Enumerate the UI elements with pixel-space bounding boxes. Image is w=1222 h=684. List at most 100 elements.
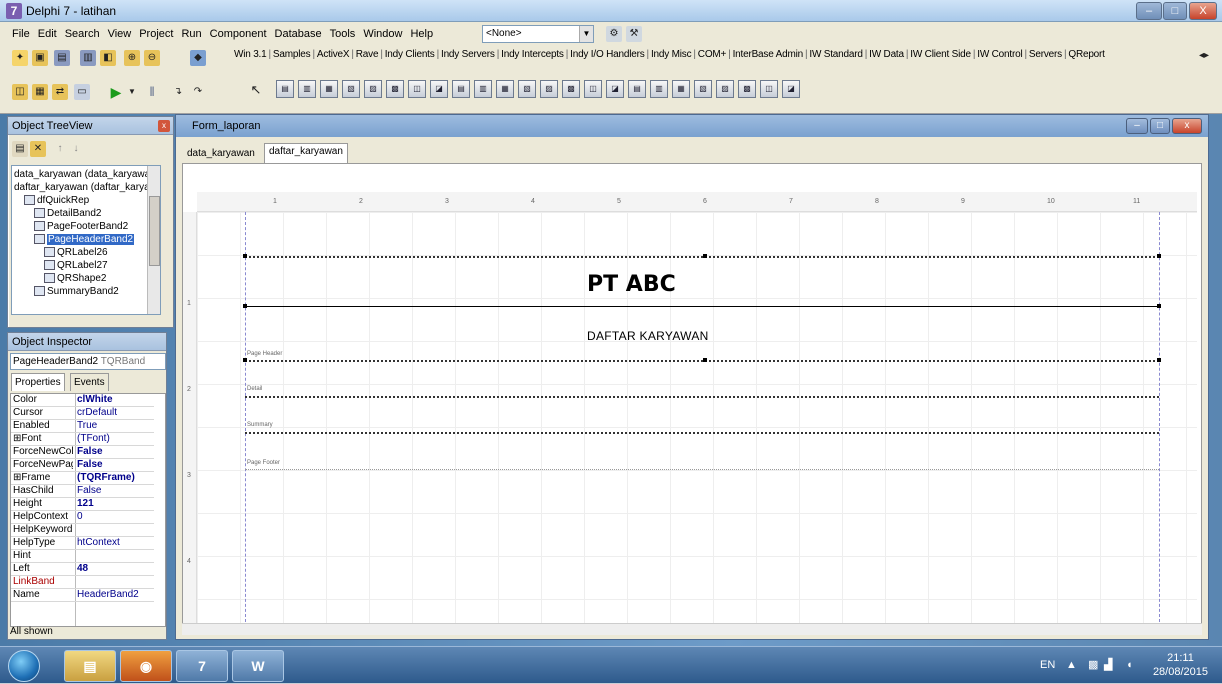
summary-band-bottom[interactable] bbox=[245, 432, 1159, 434]
new-item-icon[interactable]: ▤ bbox=[12, 141, 28, 157]
qreport-component-icon[interactable]: ▤ bbox=[628, 80, 646, 98]
property-value[interactable]: crDefault bbox=[77, 407, 153, 419]
palette-tab-activex[interactable]: ActiveX bbox=[315, 49, 352, 60]
tab-daftar-karyawan[interactable]: daftar_karyawan bbox=[264, 143, 348, 163]
palette-scroll-arrows-icon[interactable]: ◂▸ bbox=[1196, 48, 1212, 64]
menu-item-project[interactable]: Project bbox=[135, 26, 177, 42]
view-form-icon[interactable]: ▦ bbox=[32, 84, 48, 100]
palette-tab-samples[interactable]: Samples bbox=[271, 49, 313, 60]
qreport-component-icon[interactable]: ◪ bbox=[606, 80, 624, 98]
tab-properties[interactable]: Properties bbox=[11, 373, 65, 391]
tree-item[interactable]: QRShape2 bbox=[44, 272, 106, 285]
qreport-component-icon[interactable]: ▤ bbox=[452, 80, 470, 98]
property-value[interactable]: (TQRFrame) bbox=[77, 472, 153, 484]
palette-tab-interbase-admin[interactable]: InterBase Admin bbox=[731, 49, 805, 60]
property-row[interactable]: Name HeaderBand2 bbox=[11, 589, 154, 602]
qreport-component-icon[interactable]: ◫ bbox=[760, 80, 778, 98]
minimize-button[interactable]: – bbox=[1136, 2, 1162, 20]
tree-item[interactable]: daftar_karyawan (daftar_karya bbox=[14, 181, 150, 194]
close-button[interactable]: X bbox=[1189, 2, 1217, 20]
property-row[interactable]: HasChild False bbox=[11, 485, 154, 498]
save-all-icon[interactable]: ▥ bbox=[80, 50, 96, 66]
save-desktop-icon[interactable]: ⚙ bbox=[606, 26, 622, 42]
property-value[interactable]: False bbox=[77, 446, 153, 458]
menu-item-run[interactable]: Run bbox=[177, 26, 205, 42]
qreport-component-icon[interactable]: ▨ bbox=[716, 80, 734, 98]
selection-handle[interactable] bbox=[243, 254, 247, 258]
signal-icon[interactable]: ▟ bbox=[1104, 647, 1112, 684]
property-value[interactable]: 121 bbox=[77, 498, 153, 510]
word-taskbar-icon[interactable]: W bbox=[232, 650, 284, 682]
property-value[interactable]: htContext bbox=[77, 537, 153, 549]
qreport-component-icon[interactable]: ▥ bbox=[650, 80, 668, 98]
close-icon[interactable]: x bbox=[158, 120, 170, 132]
help-icon[interactable]: ◆ bbox=[190, 50, 206, 66]
form-horizontal-scrollbar[interactable] bbox=[182, 623, 1202, 635]
show-hidden-icons-icon[interactable]: ▲ bbox=[1066, 647, 1077, 684]
qreport-component-icon[interactable]: ▧ bbox=[694, 80, 712, 98]
qreport-component-icon[interactable]: ▧ bbox=[518, 80, 536, 98]
menu-item-file[interactable]: File bbox=[8, 26, 34, 42]
pause-icon[interactable]: ‖ bbox=[144, 84, 160, 100]
qreport-component-icon[interactable]: ▩ bbox=[386, 80, 404, 98]
tab-data-karyawan[interactable]: data_karyawan bbox=[182, 145, 260, 163]
menu-item-component[interactable]: Component bbox=[206, 26, 271, 42]
maximize-button[interactable]: □ bbox=[1163, 2, 1187, 20]
pointer-arrow-icon[interactable]: ↖ bbox=[248, 82, 264, 98]
view-unit-icon[interactable]: ◫ bbox=[12, 84, 28, 100]
page-header-band-top[interactable] bbox=[245, 256, 1159, 258]
selected-component-combo[interactable]: PageHeaderBand2 TQRBand bbox=[10, 353, 166, 370]
qreport-component-icon[interactable]: ▩ bbox=[738, 80, 756, 98]
property-row[interactable]: ⊞Font (TFont) bbox=[11, 433, 154, 446]
property-row[interactable]: ForceNewPage False bbox=[11, 459, 154, 472]
system-clock[interactable]: 21:11 28/08/2015 bbox=[1153, 651, 1208, 679]
qreport-component-icon[interactable]: ◪ bbox=[430, 80, 448, 98]
header-shape-line[interactable] bbox=[245, 306, 1160, 307]
property-row[interactable]: ⊞Frame (TQRFrame) bbox=[11, 472, 154, 485]
debug-desktop-icon[interactable]: ⚒ bbox=[626, 26, 642, 42]
toggle-form-unit-icon[interactable]: ⇄ bbox=[52, 84, 68, 100]
firefox-taskbar-icon[interactable]: ◉ bbox=[120, 650, 172, 682]
start-button[interactable] bbox=[8, 650, 40, 682]
selection-handle[interactable] bbox=[243, 358, 247, 362]
network-icon[interactable]: ▩ bbox=[1088, 647, 1098, 684]
property-row[interactable]: Enabled True bbox=[11, 420, 154, 433]
property-row[interactable]: ForceNewColu False bbox=[11, 446, 154, 459]
qreport-component-icon[interactable]: ▨ bbox=[540, 80, 558, 98]
qreport-component-icon[interactable]: ▦ bbox=[496, 80, 514, 98]
component-tree[interactable]: SummaryBand2 QRShape2 QRLabel27 QRLabel26 Pa… bbox=[11, 165, 161, 315]
palette-tab-iw-client-side[interactable]: IW Client Side bbox=[908, 49, 973, 60]
menu-item-window[interactable]: Window bbox=[359, 26, 406, 42]
form-close-button[interactable]: x bbox=[1172, 118, 1202, 134]
property-row[interactable]: HelpKeyword bbox=[11, 524, 154, 537]
language-indicator[interactable]: EN bbox=[1040, 647, 1055, 684]
property-row[interactable]: HelpContext 0 bbox=[11, 511, 154, 524]
qreport-component-icon[interactable]: ▤ bbox=[276, 80, 294, 98]
delete-item-icon[interactable]: ✕ bbox=[30, 141, 46, 157]
page-footer-band-bottom[interactable] bbox=[245, 469, 1159, 470]
menu-item-tools[interactable]: Tools bbox=[326, 26, 360, 42]
report-title-label[interactable]: PT ABC bbox=[587, 272, 676, 297]
desktop-layout-combo[interactable]: <None> ▼ bbox=[482, 25, 594, 43]
palette-tab-win-3-1[interactable]: Win 3.1 bbox=[232, 49, 269, 60]
new-form-icon[interactable]: ▭ bbox=[74, 84, 90, 100]
tree-item[interactable]: DetailBand2 bbox=[34, 207, 101, 220]
move-down-icon[interactable]: ↓ bbox=[68, 141, 84, 157]
selection-handle[interactable] bbox=[243, 304, 247, 308]
run-dropdown-icon[interactable]: ▼ bbox=[124, 84, 140, 100]
trace-into-icon[interactable]: ↴ bbox=[170, 84, 186, 100]
selection-handle[interactable] bbox=[1157, 358, 1161, 362]
qreport-component-icon[interactable]: ◫ bbox=[584, 80, 602, 98]
explorer-taskbar-icon[interactable]: ▤ bbox=[64, 650, 116, 682]
delphi-taskbar-icon[interactable]: 7 bbox=[176, 650, 228, 682]
property-row[interactable]: Color clWhite bbox=[11, 394, 154, 407]
palette-tab-iw-control[interactable]: IW Control bbox=[975, 49, 1024, 60]
selection-handle[interactable] bbox=[703, 358, 707, 362]
menu-item-edit[interactable]: Edit bbox=[34, 26, 61, 42]
palette-tab-iw-standard[interactable]: IW Standard bbox=[807, 49, 864, 60]
qreport-component-icon[interactable]: ▨ bbox=[364, 80, 382, 98]
property-row[interactable]: HelpType htContext bbox=[11, 537, 154, 550]
qreport-component-icon[interactable]: ▦ bbox=[320, 80, 338, 98]
menu-item-help[interactable]: Help bbox=[406, 26, 437, 42]
property-value[interactable]: 0 bbox=[77, 511, 153, 523]
